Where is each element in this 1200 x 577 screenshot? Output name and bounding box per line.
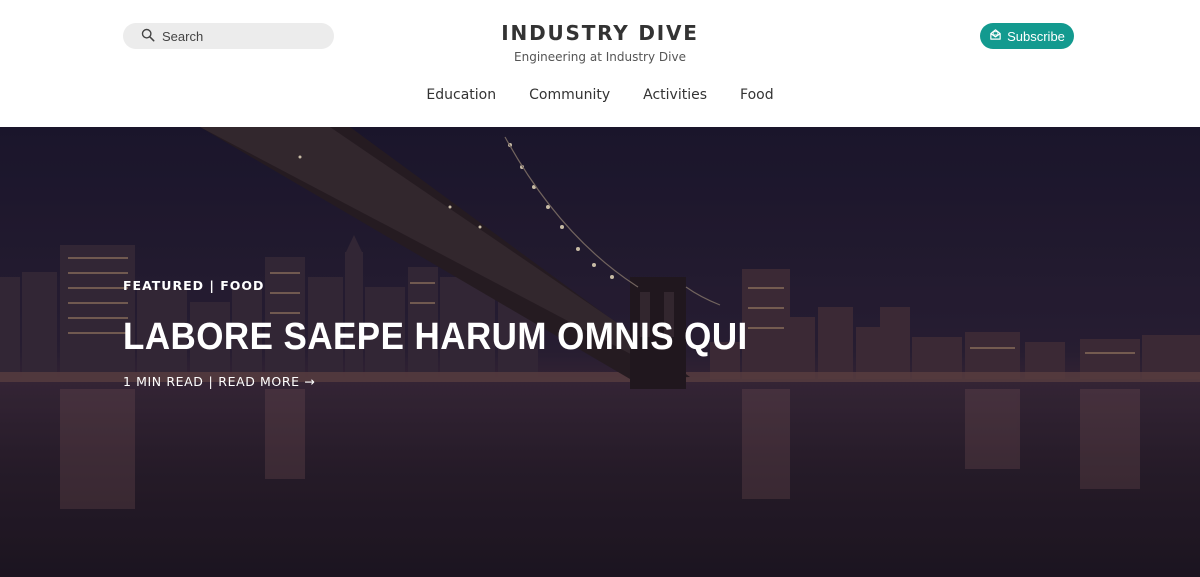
hero-featured[interactable]: FEATURED | FOOD LABORE SAEPE HARUM OMNIS… [0,127,1200,577]
subscribe-button[interactable]: Subscribe [980,23,1074,49]
hero-category[interactable]: FEATURED | FOOD [123,278,802,294]
nav-item-education[interactable]: Education [426,85,496,105]
read-time: 1 MIN READ [123,374,204,389]
envelope-icon [989,28,1002,44]
meta-separator: | [208,374,214,389]
hero-meta: 1 MIN READ | READ MORE → [123,373,802,391]
site-subtitle: Engineering at Industry Dive [514,50,686,64]
nav-item-community[interactable]: Community [529,85,610,105]
nav-item-food[interactable]: Food [740,85,774,105]
main-nav: Education Community Activities Food [0,85,1200,105]
subscribe-label: Subscribe [1007,28,1065,44]
site-header: INDUSTRY DIVE Engineering at Industry Di… [0,0,1200,127]
hero-text: FEATURED | FOOD LABORE SAEPE HARUM OMNIS… [123,278,802,391]
nav-item-activities[interactable]: Activities [643,85,707,105]
read-more-link[interactable]: READ MORE → [218,373,315,391]
hero-title[interactable]: LABORE SAEPE HARUM OMNIS QUI [123,315,748,359]
